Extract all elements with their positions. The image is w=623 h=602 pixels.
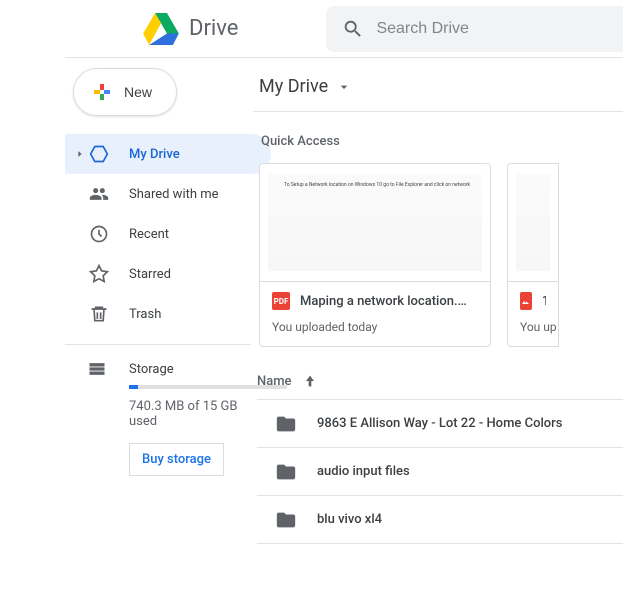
- sidebar-item-storage[interactable]: Storage: [65, 359, 251, 379]
- quick-access-filename: Maping a network location.…: [300, 294, 467, 309]
- file-row[interactable]: blu vivo xl4: [257, 496, 623, 544]
- app-name: Drive: [189, 16, 238, 41]
- storage-icon: [87, 359, 111, 379]
- buy-storage-button[interactable]: Buy storage: [129, 443, 224, 476]
- plus-icon: [90, 80, 114, 104]
- pdf-icon: PDF: [272, 292, 290, 310]
- my-drive-icon: [87, 144, 111, 164]
- quick-access-thumbnail: [508, 164, 558, 282]
- new-button[interactable]: New: [73, 68, 177, 116]
- sidebar-item-starred[interactable]: Starred: [65, 254, 271, 294]
- sort-ascending-icon: [302, 373, 318, 389]
- search-icon: [342, 18, 364, 40]
- sidebar: New My Drive Shared with me: [0, 58, 251, 544]
- caret-right-icon: [75, 149, 87, 159]
- storage-bar-fill: [129, 385, 138, 389]
- sidebar-item-label: Trash: [129, 307, 161, 322]
- image-icon: [520, 292, 532, 310]
- quick-access-subtitle: You up: [520, 320, 546, 334]
- sidebar-item-my-drive[interactable]: My Drive: [65, 134, 271, 174]
- storage-label: Storage: [129, 362, 174, 377]
- file-name: 9863 E Allison Way - Lot 22 - Home Color…: [317, 416, 562, 431]
- sidebar-item-shared[interactable]: Shared with me: [65, 174, 271, 214]
- drive-logo-icon: [143, 13, 179, 45]
- file-name: audio input files: [317, 464, 410, 479]
- trash-icon: [87, 304, 111, 324]
- sidebar-item-recent[interactable]: Recent: [65, 214, 271, 254]
- file-row[interactable]: 9863 E Allison Way - Lot 22 - Home Color…: [257, 400, 623, 448]
- new-button-label: New: [124, 84, 152, 100]
- folder-icon: [275, 413, 299, 435]
- sidebar-item-label: Recent: [129, 227, 169, 242]
- divider: [65, 344, 251, 345]
- sidebar-item-label: Starred: [129, 267, 171, 282]
- folder-icon: [275, 461, 299, 483]
- folder-icon: [275, 509, 299, 531]
- shared-icon: [87, 184, 111, 204]
- quick-access-thumbnail: To Setup a Network location on Windows 1…: [260, 164, 490, 282]
- breadcrumb-title: My Drive: [259, 76, 328, 97]
- storage-bar: [129, 385, 287, 389]
- sidebar-item-trash[interactable]: Trash: [65, 294, 271, 334]
- storage-usage-text: 740.3 MB of 15 GB used: [129, 399, 251, 429]
- file-name: blu vivo xl4: [317, 512, 382, 527]
- file-row[interactable]: audio input files: [257, 448, 623, 496]
- drive-logo[interactable]: Drive: [143, 13, 238, 45]
- quick-access-subtitle: You uploaded today: [272, 320, 478, 334]
- sidebar-item-label: My Drive: [129, 147, 180, 162]
- quick-access-filename: 1.: [542, 294, 546, 309]
- search-bar[interactable]: [326, 6, 623, 52]
- quick-access-title: Quick Access: [261, 134, 623, 149]
- chevron-down-icon: [336, 79, 352, 95]
- quick-access-card[interactable]: To Setup a Network location on Windows 1…: [259, 163, 491, 347]
- topbar: Drive: [65, 0, 623, 58]
- quick-access-card[interactable]: 1. You up: [507, 163, 559, 347]
- file-list-header[interactable]: Name: [257, 373, 623, 400]
- sidebar-item-label: Shared with me: [129, 187, 219, 202]
- breadcrumb[interactable]: My Drive: [253, 76, 623, 112]
- search-input[interactable]: [376, 20, 607, 38]
- recent-icon: [87, 224, 111, 244]
- starred-icon: [87, 264, 111, 284]
